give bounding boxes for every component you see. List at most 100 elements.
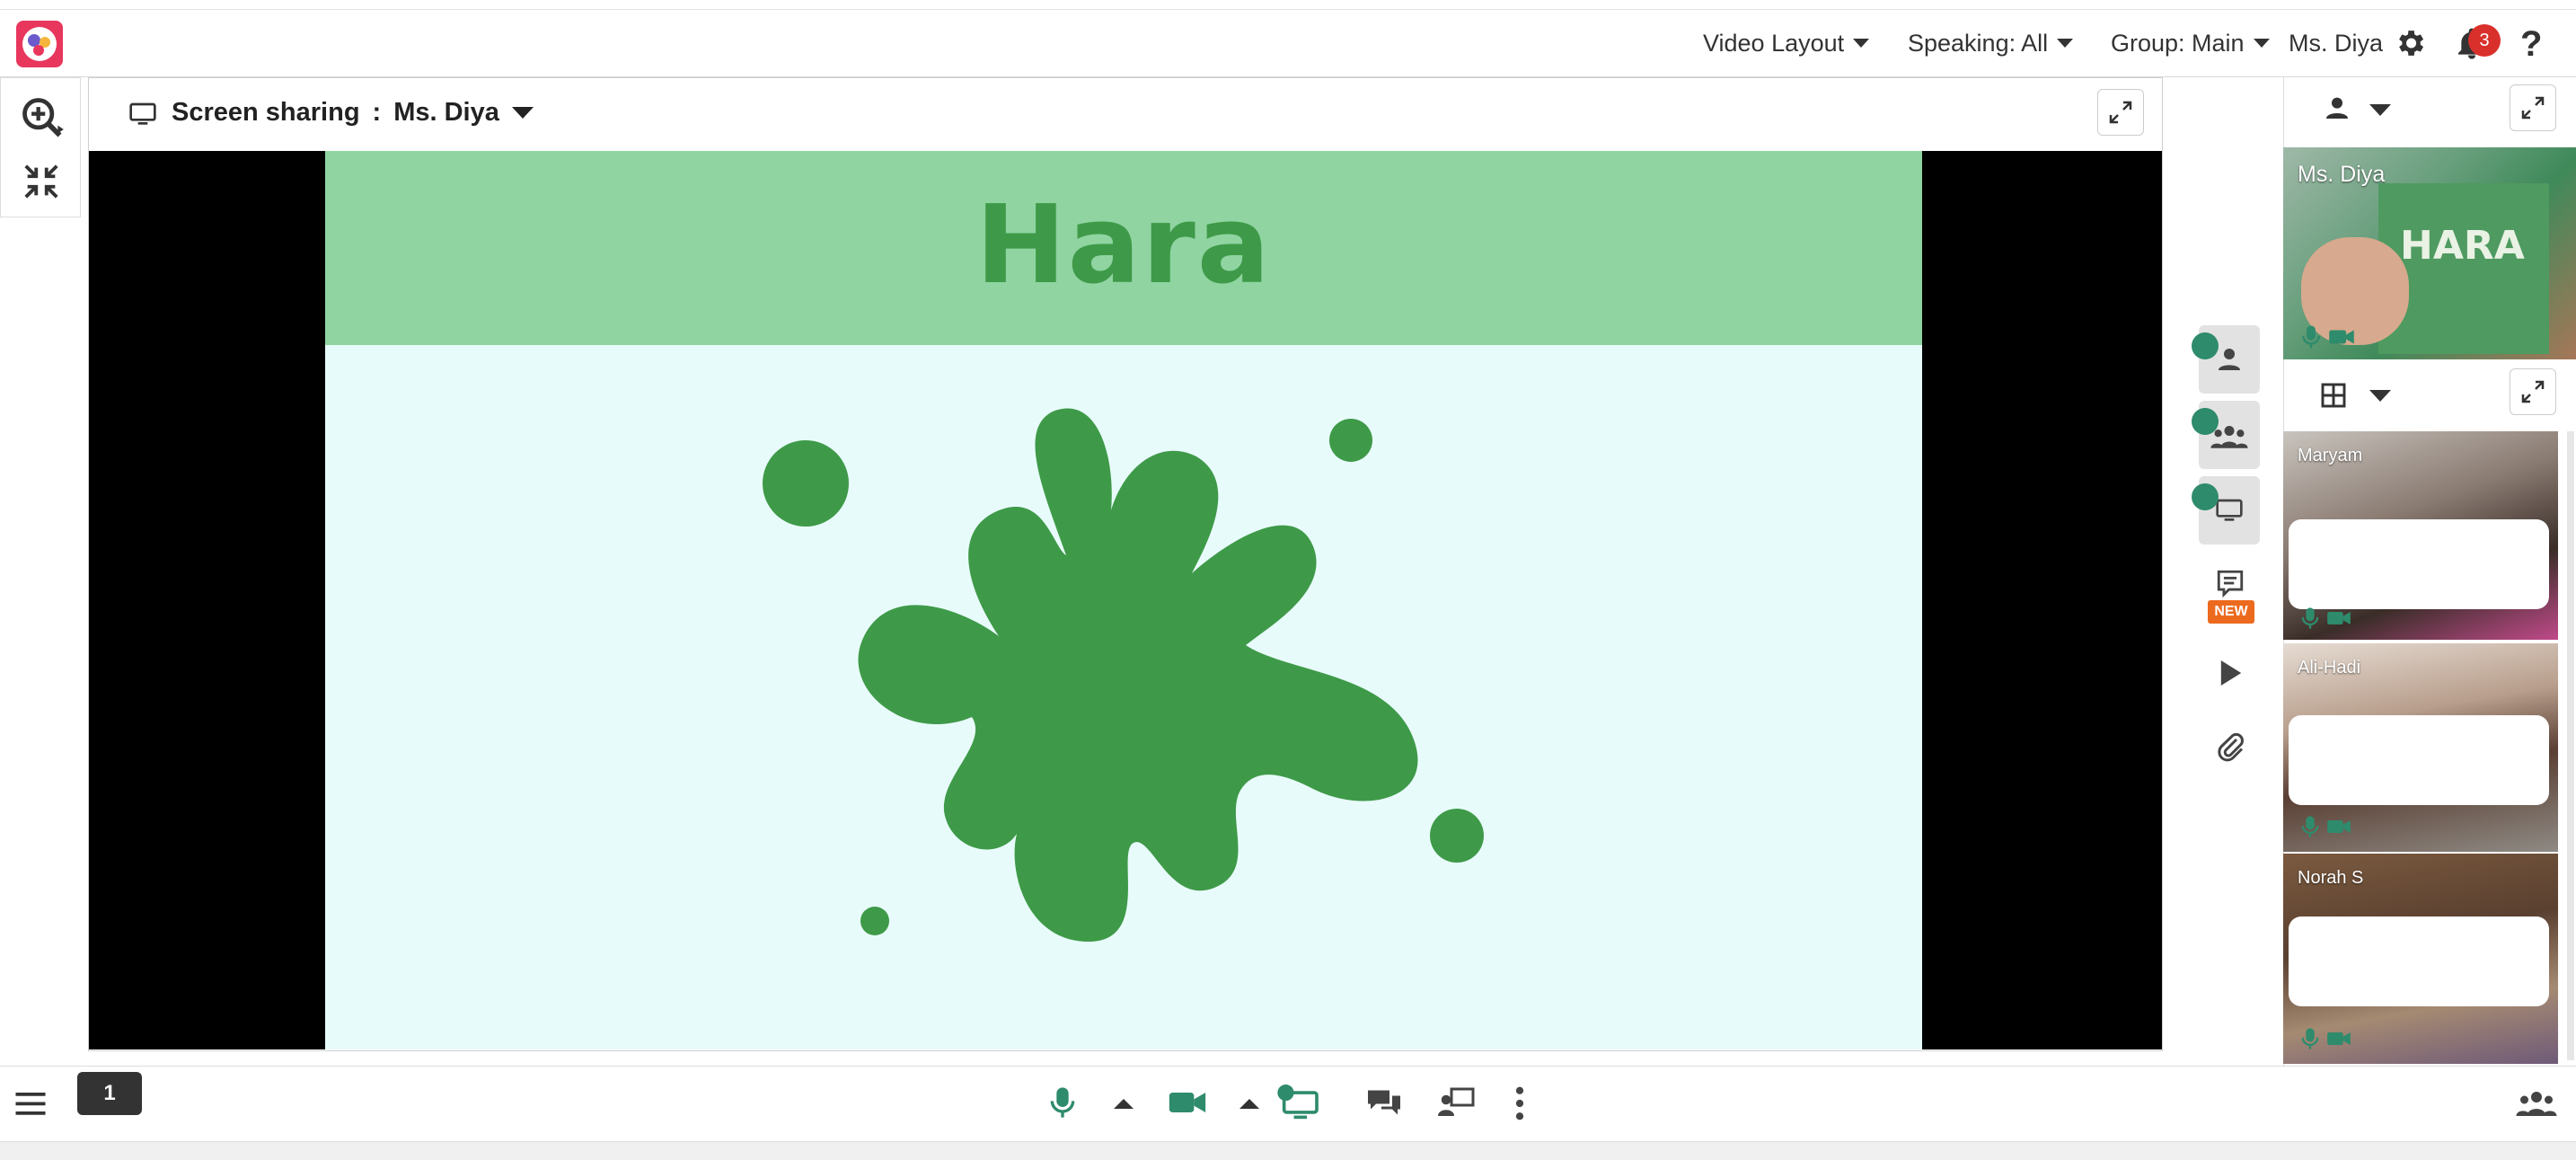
title-separator: : xyxy=(372,98,382,127)
expand-icon xyxy=(2109,101,2132,124)
top-bar: Video Layout Speaking: All Group: Main M… xyxy=(0,9,2576,77)
notification-count-badge: 3 xyxy=(2468,24,2501,57)
user-name-label: Ms. Diya xyxy=(2289,29,2384,57)
speaking-label: Speaking: All xyxy=(1908,29,2049,57)
zoom-in-button[interactable] xyxy=(19,94,66,146)
app-logo[interactable] xyxy=(16,21,63,67)
person-icon xyxy=(2326,97,2348,119)
participant-name: Norah S xyxy=(2298,868,2364,888)
microphone-icon xyxy=(1050,1087,1075,1118)
participant-name: Maryam xyxy=(2298,446,2363,465)
microphone-button[interactable] xyxy=(1047,1085,1078,1125)
screen-share-button[interactable] xyxy=(1277,1085,1320,1125)
participants-button[interactable] xyxy=(2515,1086,2558,1123)
page-number-badge[interactable]: 1 xyxy=(77,1072,142,1115)
share-indicator-icon xyxy=(2192,483,2219,510)
participant-overlay xyxy=(2289,519,2549,609)
book-cover-text: HARA xyxy=(2400,223,2525,269)
notes-button[interactable] xyxy=(2215,568,2245,603)
shared-screen: Hara xyxy=(89,151,2162,1049)
chevron-down-icon xyxy=(2057,39,2074,48)
presenter-icon xyxy=(1438,1087,1475,1116)
presenter-name: Ms. Diya xyxy=(393,98,499,127)
participant-tile[interactable]: Ali-Hadi xyxy=(2283,643,2558,852)
status-strip xyxy=(0,1141,2576,1160)
screen-sharing-title[interactable]: Screen sharing : Ms. Diya xyxy=(172,98,534,128)
note-icon xyxy=(2217,570,2244,598)
stage-expand-button[interactable] xyxy=(2097,89,2144,136)
attachment-button[interactable] xyxy=(2215,731,2247,768)
slide-content: Hara xyxy=(325,151,1922,1049)
chevron-down-icon xyxy=(1853,39,1870,48)
help-button[interactable]: ? xyxy=(2520,24,2542,65)
monitor-icon xyxy=(128,102,157,133)
logo-icon xyxy=(22,27,57,61)
camera-options-caret[interactable] xyxy=(1239,1099,1259,1109)
chevron-down-icon xyxy=(2253,39,2270,48)
grid-view-selector[interactable] xyxy=(2319,381,2348,414)
group-label: Group: Main xyxy=(2111,29,2245,57)
camera-icon xyxy=(2327,612,2351,624)
stage-header: Screen sharing : Ms. Diya xyxy=(89,78,2162,150)
question-icon: ? xyxy=(2520,24,2543,64)
monitor-icon xyxy=(2216,499,2243,521)
play-icon xyxy=(2220,660,2242,686)
microphone-options-caret[interactable] xyxy=(1114,1099,1134,1109)
video-indicator-icon xyxy=(2192,408,2219,435)
chevron-down-icon[interactable] xyxy=(2369,104,2391,116)
more-vertical-icon xyxy=(1515,1086,1524,1120)
screen-sharing-label: Screen sharing xyxy=(172,98,360,127)
more-options-button[interactable] xyxy=(1514,1086,1525,1125)
user-name[interactable]: Ms. Diya xyxy=(2289,28,2383,58)
participant-tile[interactable]: Maryam xyxy=(2283,431,2558,640)
screen-share-stage: Screen sharing : Ms. Diya Hara xyxy=(88,77,2163,1051)
gear-icon xyxy=(2399,31,2424,56)
host-video-tile[interactable]: HARA Ms. Diya xyxy=(2283,147,2576,359)
camera-icon xyxy=(2327,1032,2351,1045)
collapse-icon xyxy=(24,164,58,199)
host-expand-button[interactable] xyxy=(2510,84,2556,131)
camera-button[interactable] xyxy=(1168,1088,1207,1121)
zoom-in-icon xyxy=(22,98,64,137)
media-play-button[interactable] xyxy=(2219,658,2244,693)
grid-icon xyxy=(2321,383,2346,408)
slide-banner: Hara xyxy=(325,151,1922,345)
screen-share-icon xyxy=(1277,1085,1319,1120)
camera-icon xyxy=(1169,1093,1206,1112)
breakout-rooms-button[interactable] xyxy=(1437,1086,1477,1123)
chevron-down-icon[interactable] xyxy=(2369,390,2391,402)
expand-icon xyxy=(2521,96,2545,120)
shrink-button[interactable] xyxy=(21,161,62,207)
group-icon xyxy=(2516,1092,2557,1116)
camera-icon xyxy=(2327,820,2351,833)
chevron-down-icon xyxy=(511,107,534,119)
microphone-icon xyxy=(2301,1028,2319,1049)
camera-icon xyxy=(2329,330,2354,344)
chat-button[interactable] xyxy=(1365,1086,1403,1123)
participant-overlay xyxy=(2289,916,2549,1006)
grid-expand-button[interactable] xyxy=(2510,368,2556,415)
new-badge: NEW xyxy=(2208,600,2254,624)
host-view-selector[interactable] xyxy=(2323,93,2351,127)
main-menu-button[interactable] xyxy=(14,1090,47,1121)
video-layout-label: Video Layout xyxy=(1703,29,1845,57)
zoom-panel xyxy=(0,77,81,217)
bottom-toolbar: 1 xyxy=(0,1066,2576,1142)
paint-splash-image xyxy=(763,408,1484,942)
participant-name: Ali-Hadi xyxy=(2298,658,2361,677)
host-name-label: Ms. Diya xyxy=(2298,162,2386,187)
slide-title: Hara xyxy=(975,183,1272,308)
video-layout-menu[interactable]: Video Layout xyxy=(1703,28,1870,58)
hamburger-icon xyxy=(15,1093,46,1115)
participant-overlay xyxy=(2289,715,2549,805)
microphone-icon xyxy=(2301,816,2319,837)
participants-scrollbar[interactable] xyxy=(2567,431,2574,1060)
group-menu[interactable]: Group: Main xyxy=(2111,28,2270,58)
expand-icon xyxy=(2521,380,2545,403)
chat-icon xyxy=(1368,1090,1400,1115)
participant-tile[interactable]: Norah S xyxy=(2283,854,2558,1064)
microphone-icon xyxy=(2302,325,2320,349)
microphone-icon xyxy=(2301,607,2319,629)
settings-button[interactable] xyxy=(2393,26,2427,65)
speaking-filter-menu[interactable]: Speaking: All xyxy=(1908,28,2074,58)
